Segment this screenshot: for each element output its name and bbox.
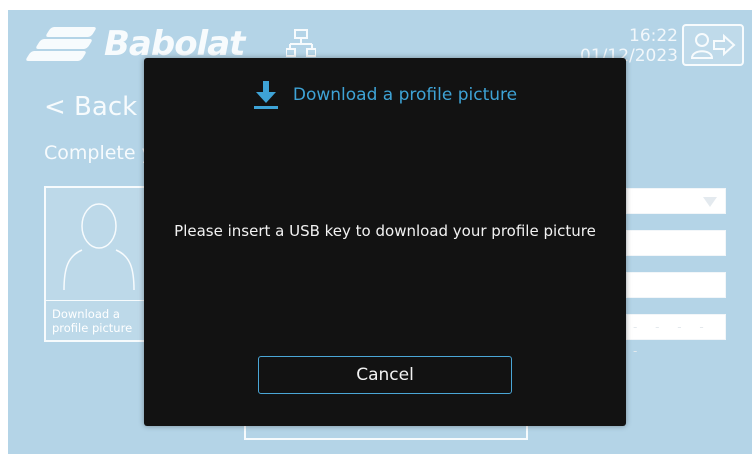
pin-field[interactable]: - - - - - bbox=[626, 314, 726, 358]
dialog-header: Download a profile picture bbox=[144, 80, 626, 110]
download-dialog: Download a profile picture Please insert… bbox=[144, 58, 626, 426]
brand-mark-icon bbox=[24, 23, 100, 65]
back-button[interactable]: < Back bbox=[44, 92, 137, 122]
user-silhouette-icon bbox=[63, 203, 135, 290]
logout-icon bbox=[690, 33, 736, 59]
dialog-title: Download a profile picture bbox=[292, 85, 518, 105]
profile-field-2[interactable] bbox=[626, 230, 726, 256]
profile-select[interactable] bbox=[626, 188, 726, 214]
cancel-button[interactable]: Cancel bbox=[258, 356, 512, 394]
download-icon bbox=[253, 81, 278, 109]
network-icon bbox=[286, 29, 316, 57]
profile-field-3[interactable] bbox=[626, 272, 726, 298]
dialog-message: Please insert a USB key to download your… bbox=[174, 222, 596, 240]
profile-picture-box[interactable]: Download a profile picture bbox=[44, 186, 154, 342]
profile-picture-label: Download a profile picture bbox=[46, 300, 152, 335]
clock-time: 16:22 bbox=[629, 26, 678, 46]
logout-button[interactable] bbox=[682, 24, 744, 66]
